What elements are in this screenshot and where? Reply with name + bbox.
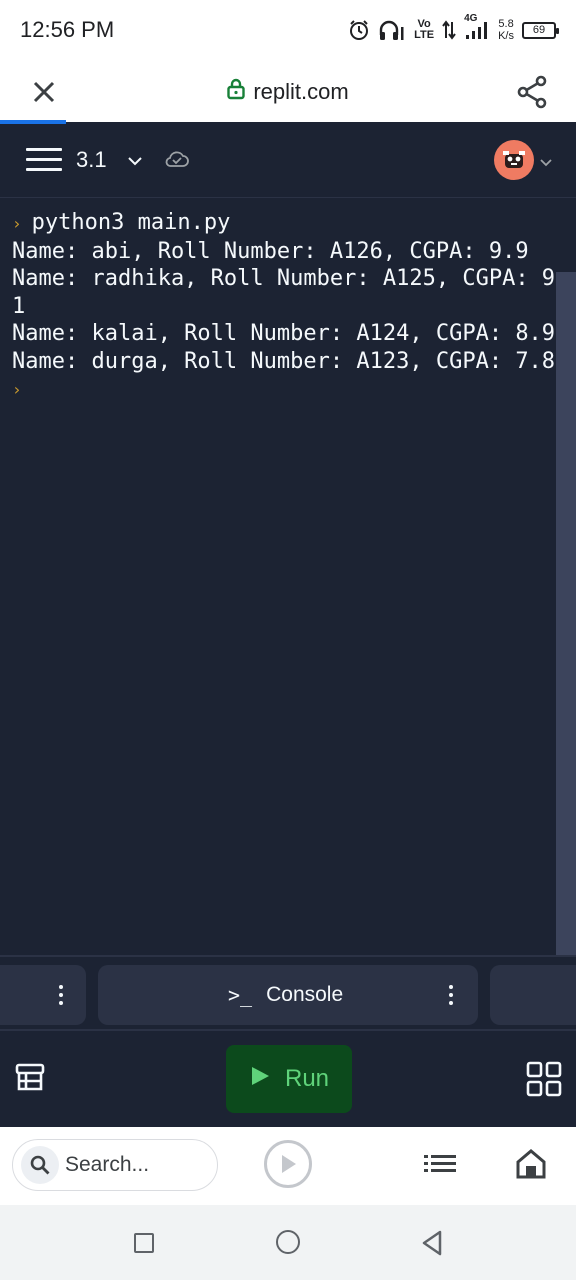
browser-bottom-bar: Search... — [0, 1127, 576, 1205]
recents-button[interactable] — [134, 1233, 154, 1253]
volte-icon: Vo LTE — [414, 19, 434, 41]
back-icon[interactable] — [420, 1229, 444, 1262]
lock-icon — [227, 78, 246, 106]
data-arrows-icon — [442, 20, 456, 40]
home-icon[interactable] — [514, 1147, 548, 1186]
console-line: Name: kalai, Roll Number: A124, CGPA: 8.… — [12, 321, 556, 346]
console-command-line: › python3 main.py — [12, 209, 564, 238]
more-options-icon[interactable] — [448, 985, 454, 1009]
net-speed: 5.8 K/s — [498, 18, 514, 42]
url-text: replit.com — [253, 79, 349, 104]
tab-console[interactable]: >_ Console — [98, 965, 478, 1025]
console-command: python3 main.py — [31, 210, 231, 235]
hamburger-menu-icon[interactable] — [26, 148, 62, 172]
console-line: Name: durga, Roll Number: A123, CGPA: 7.… — [12, 348, 556, 374]
chevron-down-icon[interactable] — [128, 153, 142, 171]
bottom-toolbar: Run — [0, 1031, 576, 1127]
speed-value: 5.8 — [498, 18, 514, 30]
tab-next[interactable] — [490, 965, 576, 1025]
home-button[interactable] — [276, 1230, 300, 1254]
run-button[interactable]: Run — [226, 1045, 352, 1113]
network-lte: LTE — [414, 29, 435, 41]
avatar-chevron-down-icon[interactable] — [540, 154, 552, 172]
console-output[interactable]: › python3 main.py Name: abi, Roll Number:… — [0, 199, 576, 955]
search-icon — [21, 1146, 59, 1184]
status-bar: 12:56 PM Vo LTE 4G 5.8 K/s 69 — [0, 0, 576, 60]
headphones-icon — [378, 19, 406, 41]
speed-unit: K/s — [498, 30, 514, 42]
grid-icon[interactable] — [526, 1061, 562, 1102]
console-line: Name: abi, Roll Number: A126, CGPA: 9.9 — [12, 238, 529, 264]
database-icon[interactable] — [14, 1061, 48, 1100]
url-display[interactable]: replit.com — [0, 78, 576, 106]
repl-name[interactable]: 3.1 — [76, 147, 107, 173]
prompt-icon: › — [12, 380, 22, 399]
avatar[interactable] — [494, 140, 534, 180]
console-idle-prompt: › — [12, 375, 564, 404]
network-gen: 4G — [464, 13, 478, 24]
console-tab-text: Console — [266, 983, 344, 1006]
console-tab-label: >_ Console — [228, 983, 343, 1007]
cloud-check-icon — [164, 148, 190, 175]
alarm-icon — [348, 19, 370, 41]
more-options-icon[interactable] — [58, 985, 64, 1009]
status-icons: Vo LTE 4G 5.8 K/s 69 — [348, 13, 559, 42]
browser-address-bar: replit.com — [0, 60, 576, 122]
battery-icon: 69 — [522, 21, 559, 39]
search-input[interactable]: Search... — [12, 1139, 218, 1191]
status-time: 12:56 PM — [20, 17, 115, 42]
console-scrollbar[interactable] — [556, 272, 576, 955]
android-navigation-bar — [0, 1205, 576, 1280]
replit-header: 3.1 — [0, 124, 576, 198]
battery-level: 69 — [532, 24, 546, 36]
search-placeholder: Search... — [65, 1153, 150, 1176]
tab-previous[interactable] — [0, 965, 86, 1025]
list-icon[interactable] — [424, 1153, 456, 1180]
media-play-icon[interactable] — [264, 1140, 312, 1188]
terminal-icon: >_ — [228, 983, 253, 1007]
share-icon[interactable] — [514, 74, 550, 110]
console-line: Name: radhika, Roll Number: A125, CGPA: … — [12, 266, 569, 291]
run-label: Run — [284, 1065, 330, 1092]
prompt-icon: › — [12, 214, 22, 233]
signal-icon: 4G — [464, 13, 490, 41]
pane-tabs: >_ Console — [0, 955, 576, 1031]
console-line: 1 — [12, 293, 26, 319]
play-icon — [249, 1065, 271, 1094]
